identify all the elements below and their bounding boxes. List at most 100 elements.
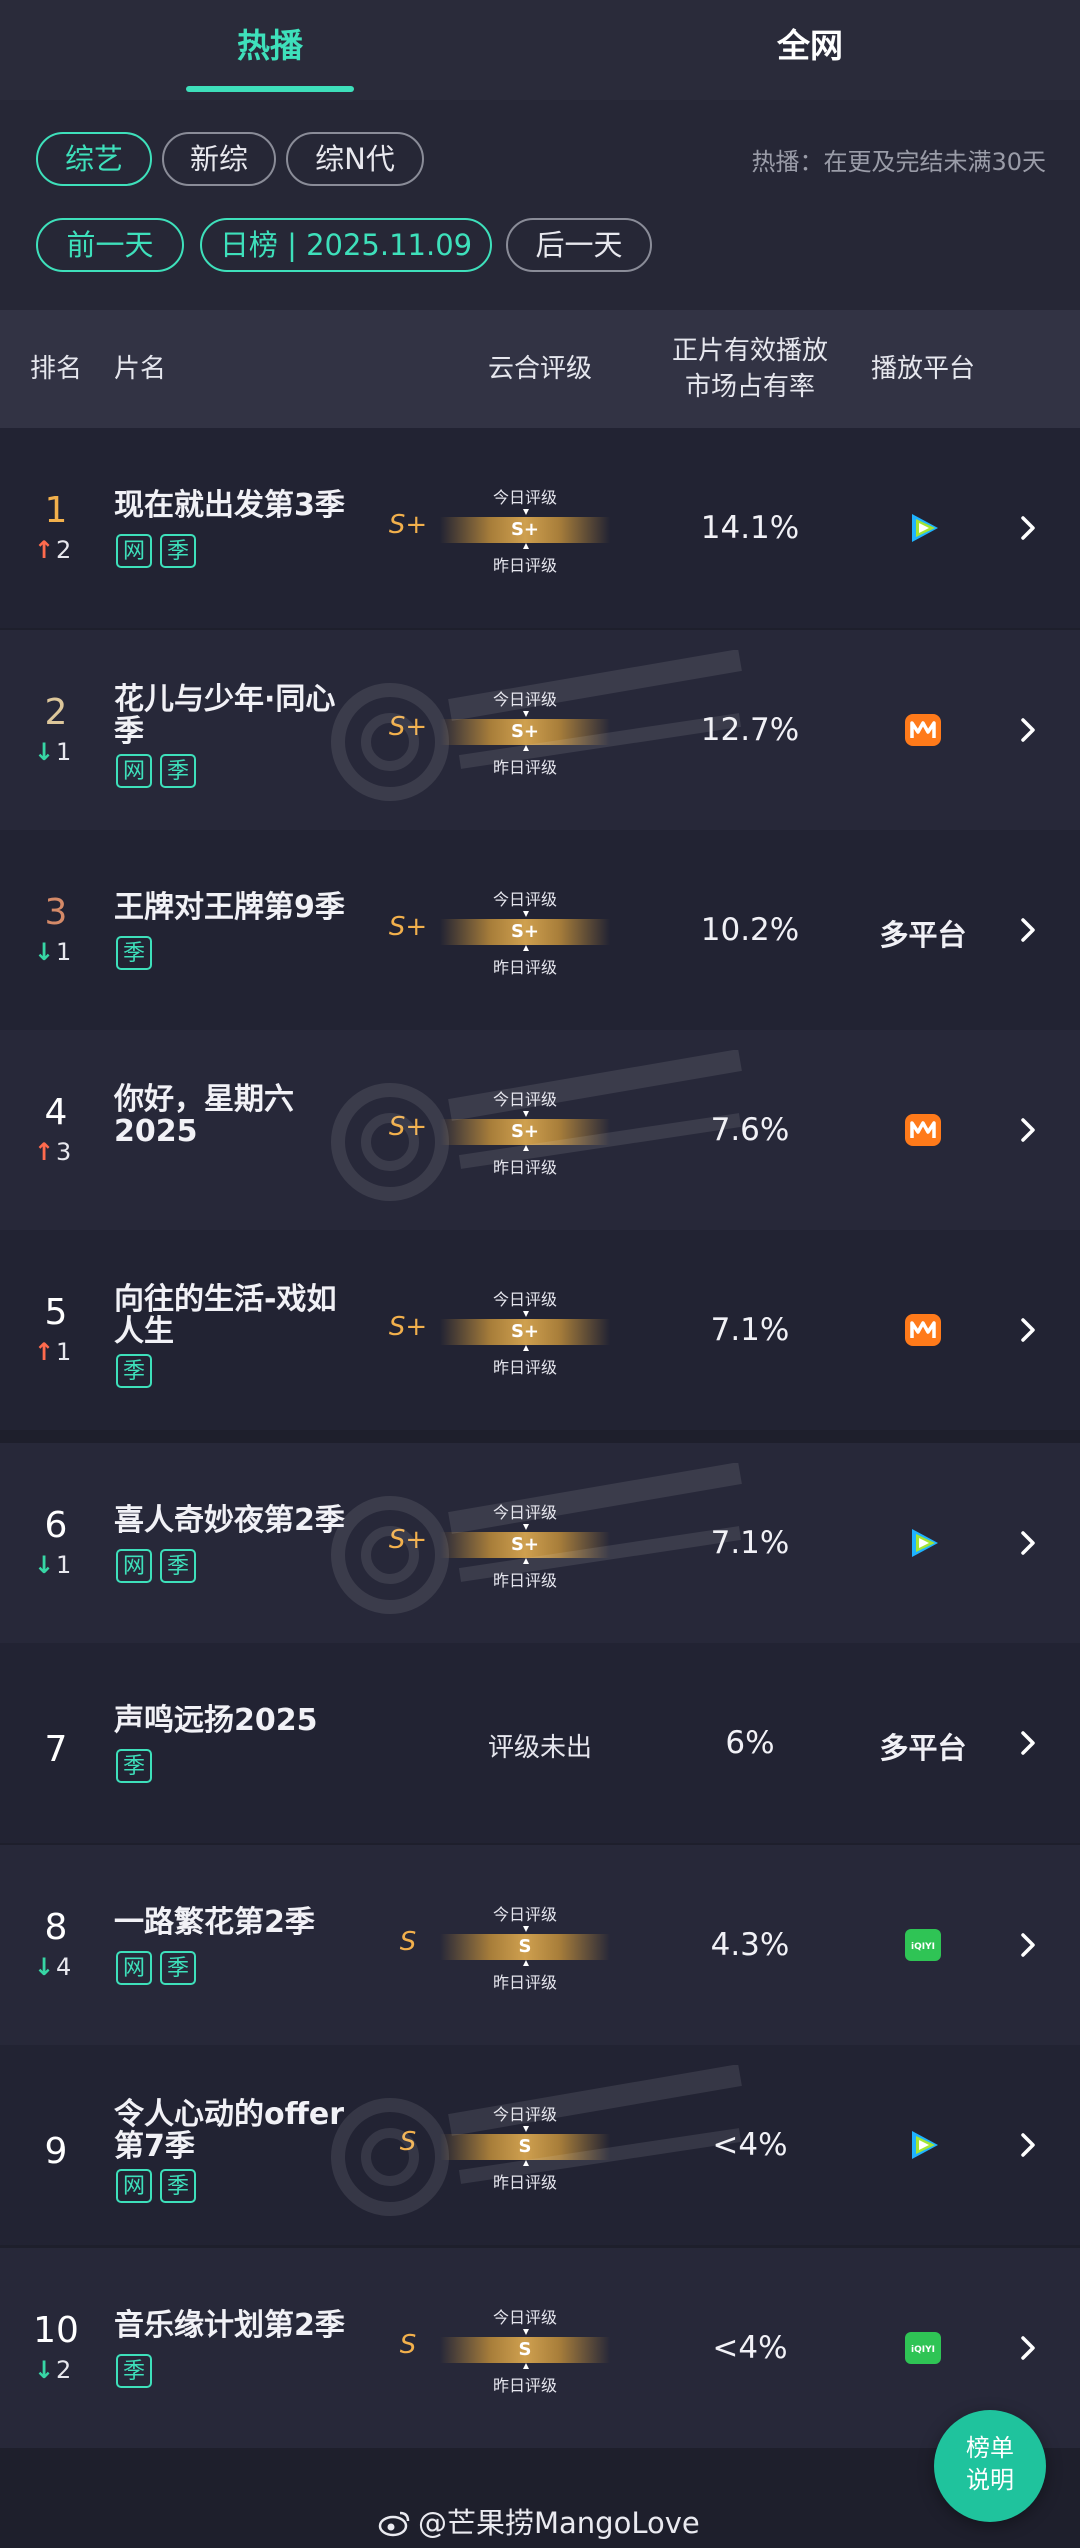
season-tag: 季	[160, 1951, 196, 1985]
yesterday-grade-label: 昨日评级	[492, 1158, 557, 1177]
yesterday-grade-label: 昨日评级	[492, 958, 557, 977]
weibo-handle: @芒果捞MangoLove	[418, 2506, 700, 2540]
show-title[interactable]: 花儿与少年·同心季	[114, 684, 364, 748]
pointer-up-icon	[523, 1558, 529, 1564]
market-share: 4.3%	[710, 1927, 790, 1963]
filter-variety-sequel[interactable]: 综N代	[286, 132, 424, 186]
market-share: 7.1%	[710, 1312, 790, 1348]
yesterday-grade-label: 昨日评级	[492, 556, 557, 575]
next-day-button[interactable]: 后一天	[506, 218, 652, 272]
pointer-down-icon	[523, 1524, 529, 1530]
today-grade-label: 今日评级	[492, 1090, 557, 1109]
market-share: 10.2%	[700, 912, 800, 948]
arrow-down-icon: ↓	[34, 738, 55, 766]
grade-bar: S+	[440, 517, 610, 543]
table-row[interactable]: 4 ↑3 你好，星期六2025 S+ 今日评级 S+ 昨日评级 7.6%	[0, 1030, 1080, 1230]
table-row[interactable]: 8 ↓4 一路繁花第2季网季 S 今日评级 S 昨日评级 4.3% iQIYI	[0, 1845, 1080, 2045]
show-title[interactable]: 向往的生活-戏如人生	[114, 1284, 364, 1348]
rank-change-value: 1	[56, 1551, 72, 1579]
rank-change-value: 2	[56, 536, 72, 564]
rank-change: ↑2	[34, 536, 71, 564]
show-title[interactable]: 王牌对王牌第9季	[114, 892, 364, 924]
chevron-right-icon[interactable]	[1014, 2334, 1042, 2362]
rank-change: ↓1	[34, 938, 71, 966]
table-row[interactable]: 6 ↓1 喜人奇妙夜第2季网季 S+ 今日评级 S+ 昨日评级 7.1%	[0, 1443, 1080, 1643]
web-tag: 网	[116, 1951, 152, 1985]
grade-level-label: S+	[388, 510, 428, 540]
chevron-right-icon[interactable]	[1014, 1529, 1042, 1557]
pointer-up-icon	[523, 1345, 529, 1351]
chevron-right-icon[interactable]	[1014, 1729, 1042, 1757]
ranking-explanation-button[interactable]: 榜单 说明	[934, 2410, 1046, 2522]
pointer-up-icon	[523, 945, 529, 951]
date-selector[interactable]: 日榜 | 2025.11.09	[200, 218, 492, 272]
chevron-right-icon[interactable]	[1014, 1116, 1042, 1144]
chevron-right-icon[interactable]	[1014, 2131, 1042, 2159]
table-row[interactable]: 9 令人心动的offer第7季网季 S 今日评级 S 昨日评级 <4%	[0, 2045, 1080, 2245]
market-share: 7.1%	[710, 1525, 790, 1561]
pointer-up-icon	[523, 2363, 529, 2369]
show-tags: 季	[116, 2354, 160, 2388]
show-title[interactable]: 令人心动的offer第7季	[114, 2099, 364, 2163]
table-row[interactable]: 5 ↑1 向往的生活-戏如人生季 S+ 今日评级 S+ 昨日评级 7.1%	[0, 1230, 1080, 1430]
today-grade-label: 今日评级	[492, 2308, 557, 2327]
rank-number: 3	[44, 892, 68, 933]
grade-bar: S+	[440, 1532, 610, 1558]
grade-box: 今日评级 S+ 昨日评级	[440, 484, 610, 575]
table-row[interactable]: 7 声鸣远扬2025 季 评级未出 6% 多平台	[0, 1643, 1080, 1843]
filter-variety[interactable]: 综艺	[36, 132, 152, 186]
filter-new-variety[interactable]: 新综	[162, 132, 276, 186]
rank-change-value: 3	[56, 1138, 72, 1166]
web-tag: 网	[116, 2169, 152, 2203]
weibo-icon	[378, 2509, 412, 2537]
season-tag: 季	[160, 534, 196, 568]
show-tags: 网季	[116, 1549, 204, 1583]
tencent-video-icon	[903, 2125, 943, 2165]
chevron-right-icon[interactable]	[1014, 716, 1042, 744]
pointer-up-icon	[523, 1960, 529, 1966]
grade-level-label: S+	[388, 1312, 428, 1342]
today-grade-label: 今日评级	[492, 690, 557, 709]
grade-level-label: S+	[388, 912, 428, 942]
tab-all-network[interactable]: 全网	[540, 0, 1080, 100]
web-tag: 网	[116, 1549, 152, 1583]
rank-number: 6	[44, 1505, 68, 1546]
market-share: <4%	[712, 2127, 788, 2163]
prev-day-button[interactable]: 前一天	[36, 218, 184, 272]
table-row[interactable]: 1 ↑2 现在就出发第3季网季 S+ 今日评级 S+ 昨日评级 14.1%	[0, 428, 1080, 628]
hot-definition-note: 热播：在更及完结未满30天	[751, 148, 1046, 176]
show-title[interactable]: 声鸣远扬2025	[114, 1705, 364, 1737]
table-row[interactable]: 10 ↓2 音乐缘计划第2季季 S 今日评级 S 昨日评级 <4% iQIYI	[0, 2248, 1080, 2448]
season-tag: 季	[116, 1749, 152, 1783]
rank-change-value: 1	[56, 938, 72, 966]
chevron-right-icon[interactable]	[1014, 514, 1042, 542]
show-tags: 网季	[116, 1951, 204, 1985]
tencent-video-icon	[903, 508, 943, 548]
market-share: 7.6%	[710, 1112, 790, 1148]
chevron-right-icon[interactable]	[1014, 1316, 1042, 1344]
show-title[interactable]: 你好，星期六2025	[114, 1084, 364, 1148]
season-tag: 季	[116, 1354, 152, 1388]
svg-text:iQIYI: iQIYI	[911, 1942, 935, 1952]
pointer-down-icon	[523, 1111, 529, 1117]
show-title[interactable]: 现在就出发第3季	[114, 490, 364, 522]
chevron-right-icon[interactable]	[1014, 1931, 1042, 1959]
rank-number: 2	[44, 692, 68, 733]
tab-hot[interactable]: 热播	[0, 0, 540, 100]
header-grade: 云合评级	[487, 354, 592, 384]
rank-change: ↑1	[34, 1338, 71, 1366]
table-row[interactable]: 3 ↓1 王牌对王牌第9季季 S+ 今日评级 S+ 昨日评级 10.2% 多平台	[0, 830, 1080, 1030]
iqiyi-icon: iQIYI	[903, 1925, 943, 1965]
show-title[interactable]: 音乐缘计划第2季	[114, 2310, 364, 2342]
grade-level-label: S+	[388, 1525, 428, 1555]
grade-box: 今日评级 S+ 昨日评级	[440, 886, 610, 977]
arrow-up-icon: ↑	[34, 1338, 55, 1366]
table-row[interactable]: 2 ↓1 花儿与少年·同心季网季 S+ 今日评级 S+ 昨日评级 12.7%	[0, 630, 1080, 830]
chevron-right-icon[interactable]	[1014, 916, 1042, 944]
show-title[interactable]: 喜人奇妙夜第2季	[114, 1505, 364, 1537]
grade-bar: S+	[440, 1319, 610, 1345]
table-header: 排名 片名 云合评级 正片有效播放 市场占有率 播放平台	[0, 310, 1080, 428]
market-share: 14.1%	[700, 510, 800, 546]
show-title[interactable]: 一路繁花第2季	[114, 1907, 364, 1939]
yesterday-grade-label: 昨日评级	[492, 2376, 557, 2395]
